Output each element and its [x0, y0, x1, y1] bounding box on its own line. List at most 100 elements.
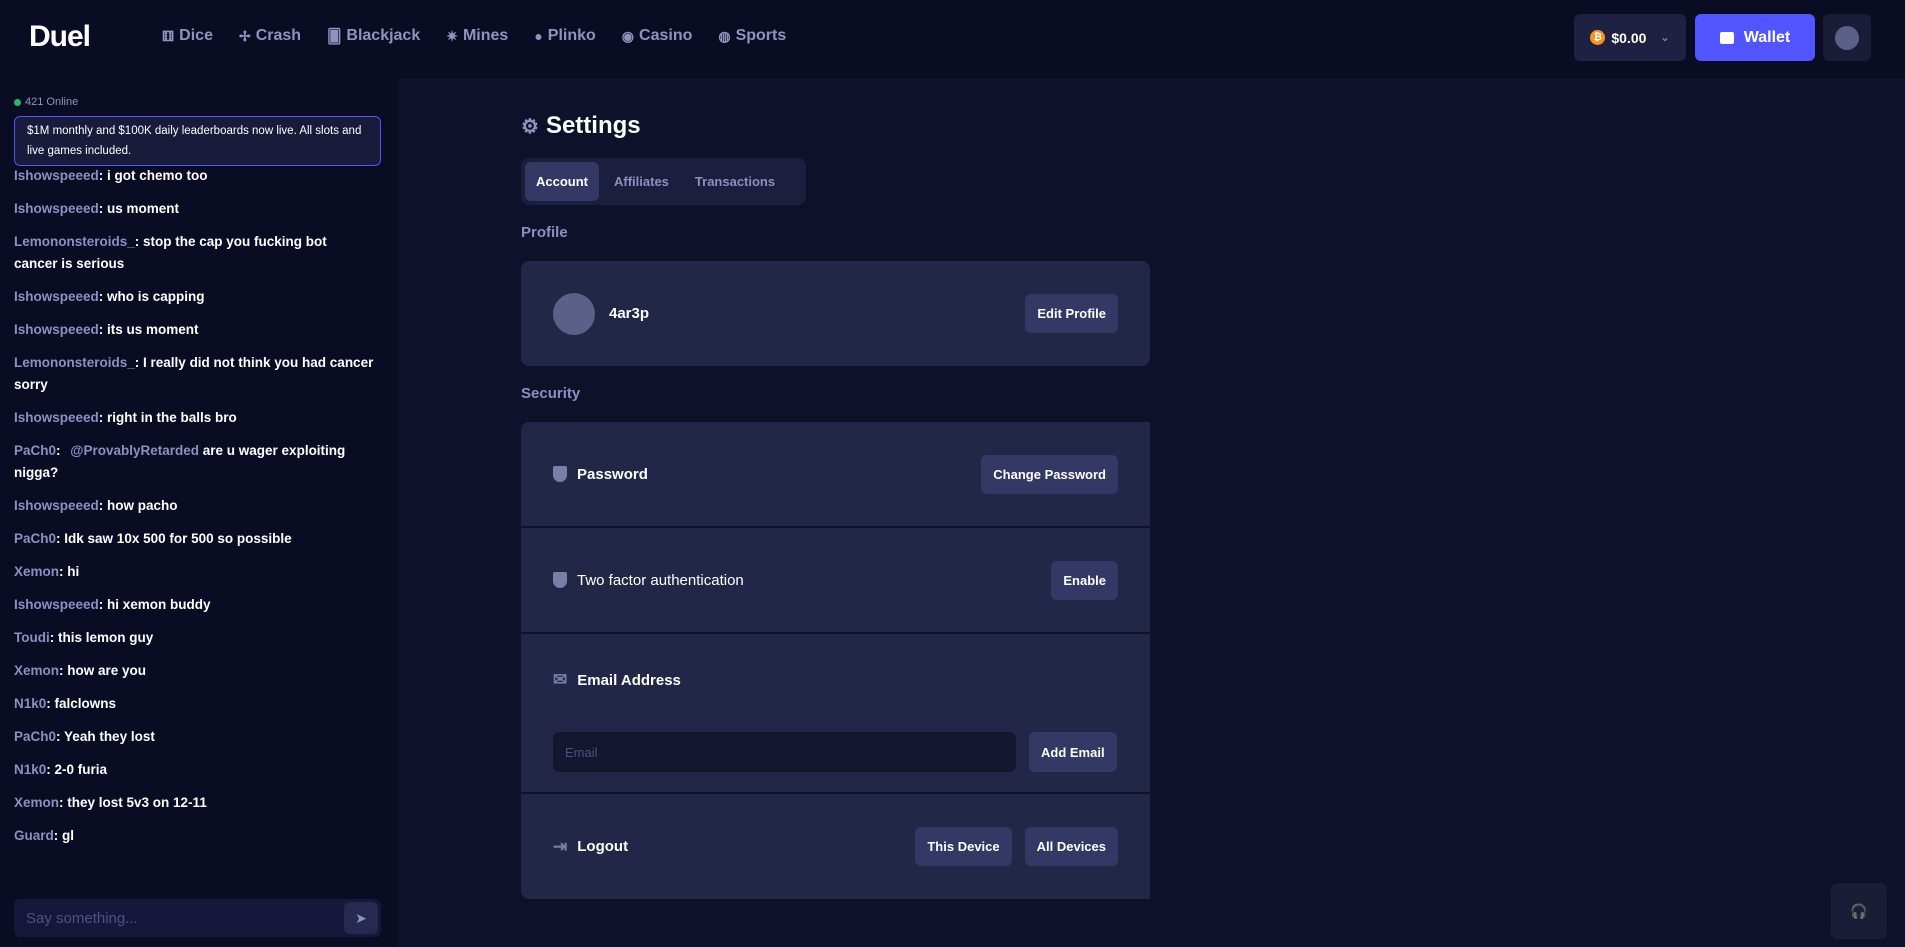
chat-username[interactable]: Ishowspeeed: [14, 410, 99, 425]
nav-label: Blackjack: [346, 27, 421, 44]
wallet-icon: [1719, 31, 1734, 44]
chat-username[interactable]: PaCh0: [14, 531, 56, 546]
chat-username[interactable]: Ishowspeeed: [14, 168, 99, 183]
mines-icon: ✷: [446, 27, 458, 44]
crash-icon: ✢: [238, 27, 251, 44]
chat-text: who is capping: [107, 289, 205, 304]
chat-text: how are you: [67, 663, 147, 678]
send-button[interactable]: ➤: [344, 902, 378, 934]
chat-username[interactable]: Xemon: [14, 663, 59, 678]
email-row: ✉ Email Address Add Email: [521, 634, 1150, 792]
chat-username[interactable]: PaCh0: [14, 443, 56, 458]
settings-tabs: Account Affiliates Transactions: [521, 158, 806, 205]
page-title-text: Settings: [545, 112, 641, 139]
chat-username[interactable]: Guard: [14, 828, 54, 843]
enable-2fa-button[interactable]: Enable: [1051, 560, 1118, 600]
chat-username[interactable]: Lemononsteroids_: [14, 355, 135, 370]
chat-username[interactable]: Ishowspeeed: [14, 498, 99, 513]
nav-plinko[interactable]: ● Plinko: [534, 27, 595, 45]
chat-text: Yeah they lost: [64, 729, 155, 744]
chat-username[interactable]: Ishowspeeed: [14, 289, 99, 304]
tab-transactions[interactable]: Transactions: [684, 162, 786, 201]
nav-casino[interactable]: ◉ Casino: [622, 27, 693, 45]
blackjack-icon: 🂠: [327, 27, 342, 44]
online-dot-icon: [14, 98, 21, 106]
chat-username[interactable]: Xemon: [14, 564, 59, 579]
chat-text: this lemon guy: [57, 630, 154, 645]
add-email-button[interactable]: Add Email: [1029, 732, 1117, 772]
chat-message: Ishowspeeed: its us moment: [14, 322, 199, 337]
plinko-icon: ●: [534, 28, 543, 44]
chat-username[interactable]: Xemon: [14, 795, 59, 810]
chat-text: they lost 5v3 on 12-11: [67, 795, 207, 810]
security-section-label: Security: [521, 385, 581, 402]
chat-messages[interactable]: Lemononsteroids_: Fuck I got chemo today…: [14, 132, 374, 932]
tab-account[interactable]: Account: [525, 162, 599, 201]
chat-message: Xemon: how are you: [14, 663, 147, 678]
tab-affiliates[interactable]: Affiliates: [603, 162, 680, 201]
nav-label: Sports: [735, 27, 787, 44]
nav-label: Crash: [255, 27, 302, 44]
balance-amount: $0.00: [1611, 29, 1647, 46]
nav-dice[interactable]: ⚅ Dice: [162, 27, 213, 45]
chat-text: right in the balls bro: [107, 410, 237, 425]
email-input[interactable]: [553, 732, 1016, 772]
wallet-button[interactable]: Wallet: [1695, 14, 1815, 61]
profile-section-label: Profile: [521, 224, 568, 241]
chat-text: 2-0 furia: [54, 762, 108, 777]
edit-profile-button[interactable]: Edit Profile: [1025, 294, 1118, 333]
chat-message: Ishowspeeed: how pacho: [14, 498, 178, 513]
shield-icon: [553, 466, 567, 482]
chat-username[interactable]: N1k0: [14, 762, 46, 777]
page-title: ⚙ Settings: [521, 112, 641, 140]
chat-message: PaCh0: Yeah they lost: [14, 729, 155, 744]
logout-label: Logout: [577, 838, 629, 855]
logout-all-devices-button[interactable]: All Devices: [1024, 827, 1118, 866]
sports-icon: ◍: [718, 27, 731, 44]
security-card: Password Change Password Two factor auth…: [521, 422, 1150, 899]
shield-icon: [553, 572, 567, 588]
logout-this-device-button[interactable]: This Device: [915, 827, 1012, 866]
balance-dropdown[interactable]: ₿ $0.00 ⌄: [1574, 14, 1686, 61]
chat-username[interactable]: Ishowspeeed: [14, 597, 99, 612]
chat-username[interactable]: Ishowspeeed: [14, 322, 99, 337]
chat-input-box: ➤: [14, 899, 381, 937]
two-factor-row: Two factor authentication Enable: [521, 528, 1150, 632]
logout-row: ⇥ Logout This Device All Devices: [521, 794, 1150, 899]
top-header: Duel ⚅ Dice ✢ Crash 🂠 Blackjack ✷ Mines ● Plinko ◉…: [0, 0, 1905, 78]
nav-label: Dice: [179, 27, 213, 44]
chat-mention[interactable]: @ProvablyRetarded: [70, 443, 199, 458]
chat-username[interactable]: N1k0: [14, 696, 46, 711]
username: 4ar3p: [609, 305, 650, 322]
gear-icon: ⚙: [521, 115, 539, 138]
chat-message: PaCh0: @ProvablyRetarded are u wager exp…: [14, 443, 346, 480]
nav-blackjack[interactable]: 🂠 Blackjack: [327, 27, 420, 45]
chat-username[interactable]: Lemononsteroids_: [14, 234, 135, 249]
chat-username[interactable]: PaCh0: [14, 729, 56, 744]
wallet-label: Wallet: [1743, 28, 1791, 46]
nav-sports[interactable]: ◍ Sports: [718, 27, 786, 45]
profile-card: 4ar3p Edit Profile: [521, 261, 1150, 366]
chat-username[interactable]: Ishowspeeed: [14, 201, 99, 216]
nav-mines[interactable]: ✷ Mines: [446, 27, 508, 45]
casino-icon: ◉: [621, 27, 635, 44]
nav-label: Plinko: [547, 27, 596, 44]
chat-text: falclowns: [54, 696, 117, 711]
chevron-down-icon: ⌄: [1660, 32, 1670, 44]
email-label: Email Address: [577, 671, 681, 689]
user-menu-button[interactable]: [1823, 14, 1871, 61]
chat-input[interactable]: [26, 909, 326, 927]
logo[interactable]: Duel: [29, 20, 91, 54]
nav-label: Casino: [639, 27, 693, 44]
online-text: 421 Online: [25, 96, 79, 108]
chat-text: its us moment: [107, 322, 199, 337]
chat-message: Guard: gl: [14, 828, 75, 843]
change-password-button[interactable]: Change Password: [981, 454, 1118, 494]
chat-message: N1k0: falclowns: [14, 696, 117, 711]
chat-message: Ishowspeeed: i got chemo too: [14, 168, 208, 183]
nav-crash[interactable]: ✢ Crash: [239, 27, 301, 45]
logout-icon: ⇥: [553, 836, 568, 856]
chat-username[interactable]: Toudi: [14, 630, 50, 645]
support-button[interactable]: 🎧: [1831, 883, 1887, 939]
chat-text: how pacho: [107, 498, 178, 513]
